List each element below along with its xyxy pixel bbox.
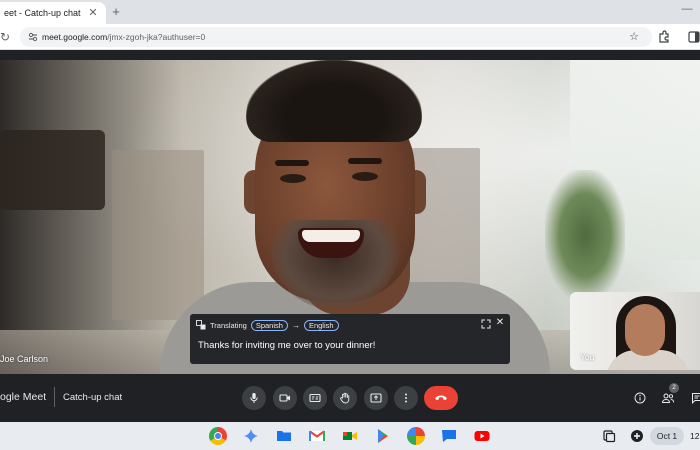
google-meet-logo: ogle Meet: [0, 391, 47, 403]
close-captions-icon[interactable]: ✕: [495, 317, 505, 329]
gemini-icon[interactable]: [242, 427, 260, 445]
browser-toolbar: ↻ meet.google.com/jmx-zgoh-jka?authuser=…: [0, 24, 700, 50]
bookmark-star-icon[interactable]: ☆: [628, 30, 640, 44]
chat-icon: [692, 393, 700, 404]
arrow-right-icon: →: [291, 320, 300, 330]
microphone-button[interactable]: [242, 386, 266, 410]
translate-icon: [196, 320, 206, 330]
end-call-icon: [435, 395, 447, 401]
gmail-icon[interactable]: [308, 427, 326, 445]
tab-strip: eet - Catch-up chat ✕ + —: [0, 0, 700, 24]
captions-panel: Translating Spanish → English ✕ Thanks f…: [190, 314, 510, 364]
people-count-badge: 2: [669, 383, 679, 393]
participant-brow: [348, 158, 382, 164]
hand-icon: [340, 392, 350, 404]
meeting-title: Catch-up chat: [63, 392, 123, 403]
info-icon: [634, 392, 646, 404]
participant-brow: [275, 160, 309, 166]
minimize-icon[interactable]: —: [680, 3, 694, 17]
captions-header: Translating Spanish → English: [196, 318, 339, 332]
address-bar[interactable]: meet.google.com/jmx-zgoh-jka?authuser=0 …: [20, 27, 652, 47]
people-icon: [661, 393, 675, 403]
self-view-label: You: [580, 352, 595, 362]
tab-title: eet - Catch-up chat: [4, 8, 81, 18]
participant-teeth: [302, 230, 360, 242]
present-screen-button[interactable]: [364, 386, 388, 410]
main-video-tile[interactable]: Joe Carlson You Translating Spanish → En…: [0, 60, 700, 374]
url-path: /jmx-zgoh-jka?authuser=0: [107, 32, 206, 42]
closed-captions-icon: [309, 393, 321, 403]
video-plant: [545, 170, 625, 300]
raise-hand-button[interactable]: [333, 386, 357, 410]
self-face: [625, 304, 665, 356]
leave-call-button[interactable]: [424, 386, 458, 410]
expand-captions-icon[interactable]: [481, 319, 491, 329]
tab-close-icon[interactable]: ✕: [87, 7, 99, 19]
new-tab-button[interactable]: +: [109, 4, 123, 20]
clipboard-icon[interactable]: [601, 428, 617, 444]
participant-name: Joe Carlson: [0, 354, 49, 364]
side-panel-icon[interactable]: [688, 30, 700, 44]
meet-icon[interactable]: [341, 427, 359, 445]
present-icon: [370, 393, 382, 403]
source-language-chip[interactable]: Spanish: [250, 319, 288, 331]
reload-icon[interactable]: ↻: [0, 29, 14, 45]
translating-status: Translating: [210, 320, 247, 330]
date-chip[interactable]: Oct 1: [650, 427, 684, 445]
photos-icon[interactable]: [407, 427, 425, 445]
video-lamp: [0, 130, 105, 210]
os-shelf: Oct 1 12: [0, 422, 700, 450]
url-text: meet.google.com/jmx-zgoh-jka?authuser=0: [42, 31, 205, 43]
meeting-info-button[interactable]: [631, 388, 649, 408]
more-options-button[interactable]: [394, 386, 418, 410]
caption-text: Thanks for inviting me over to your dinn…: [198, 340, 376, 351]
participant-eye: [352, 172, 378, 181]
camera-button[interactable]: [273, 386, 297, 410]
clock[interactable]: 12: [690, 427, 699, 445]
target-language-chip[interactable]: English: [303, 319, 339, 331]
chrome-icon[interactable]: [209, 427, 227, 445]
divider: [54, 387, 55, 407]
site-settings-icon[interactable]: [27, 31, 39, 43]
participant-eye: [280, 174, 306, 183]
files-icon[interactable]: [275, 427, 293, 445]
play-store-icon[interactable]: [374, 427, 392, 445]
url-host: meet.google.com: [42, 32, 108, 42]
screen: eet - Catch-up chat ✕ + — ↻ meet.google.…: [0, 0, 700, 450]
more-vert-icon: [405, 393, 407, 403]
meet-top-bar: [0, 50, 700, 60]
browser-tab[interactable]: eet - Catch-up chat ✕: [0, 2, 106, 24]
camera-icon: [279, 394, 290, 402]
chat-button[interactable]: [688, 388, 700, 408]
captions-button[interactable]: [303, 386, 327, 410]
extensions-icon[interactable]: [657, 30, 671, 44]
meet-control-bar: ogle Meet Catch-up chat 2: [0, 374, 700, 422]
youtube-icon[interactable]: [473, 427, 491, 445]
microphone-icon: [250, 393, 258, 403]
self-view-tile[interactable]: You: [570, 292, 700, 370]
add-icon[interactable]: [629, 428, 645, 444]
messages-icon[interactable]: [440, 427, 458, 445]
participant-hair: [246, 60, 422, 142]
